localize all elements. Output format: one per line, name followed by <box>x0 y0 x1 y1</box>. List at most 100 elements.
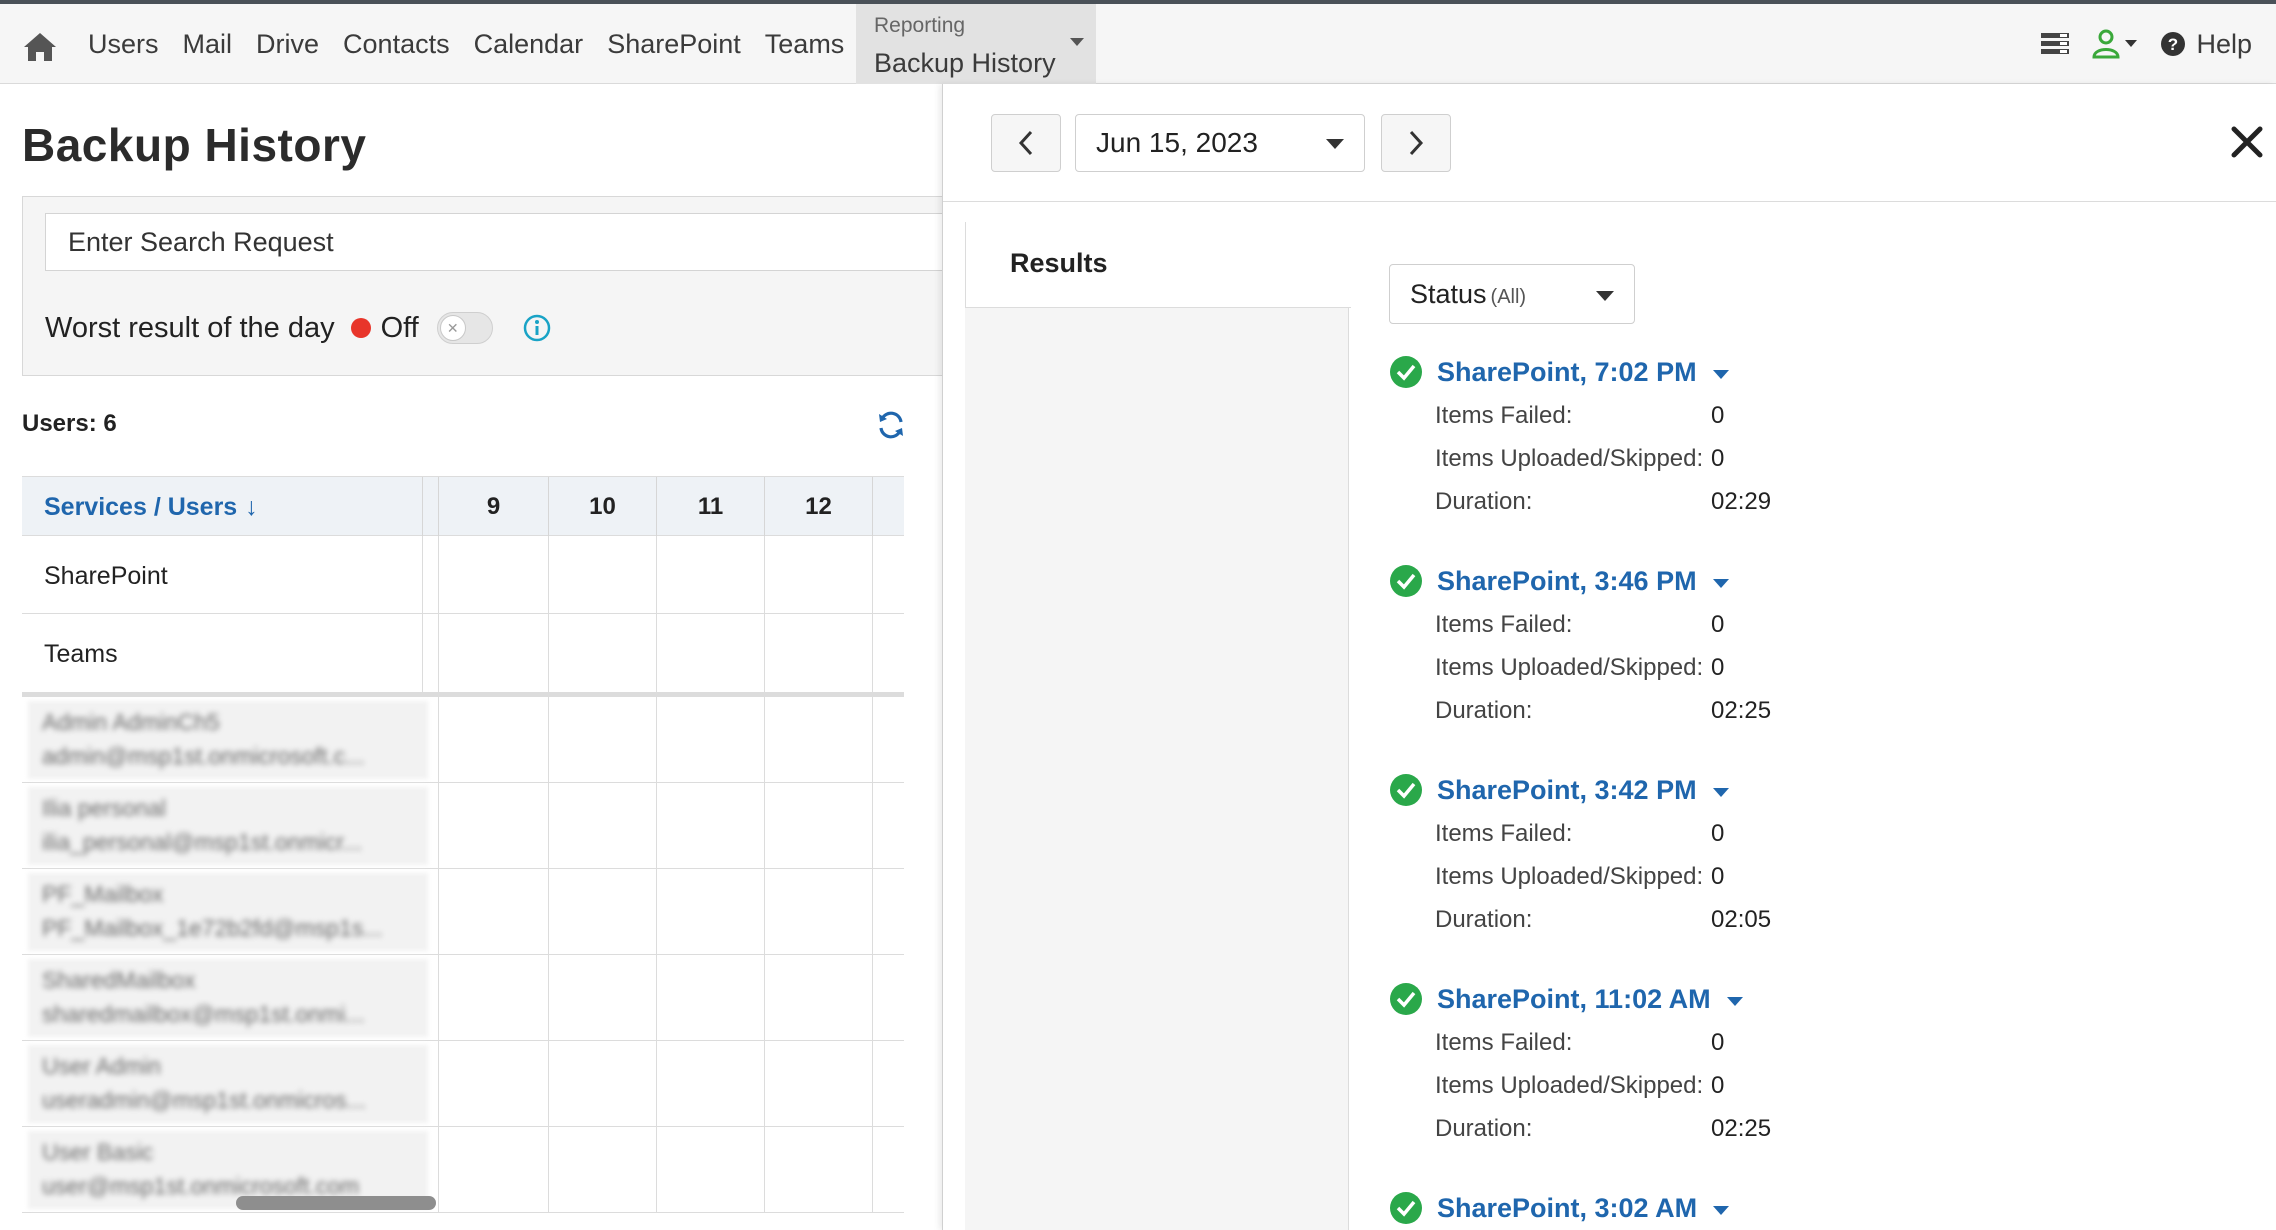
grid-cell[interactable] <box>548 614 549 692</box>
worst-result-toggle[interactable]: ✕ <box>436 312 493 344</box>
nav-calendar[interactable]: Calendar <box>474 29 584 60</box>
caret-down-icon[interactable] <box>1712 578 1729 588</box>
user-row[interactable]: Admin AdminCh5 admin@msp1st.onmicrosoft.… <box>22 697 904 783</box>
grid-cell[interactable] <box>438 1041 439 1126</box>
grid-cell[interactable] <box>438 697 439 782</box>
column-header-9: 9 <box>438 477 548 537</box>
entry-title[interactable]: SharePoint, 11:02 AM <box>1437 984 1711 1015</box>
grid-cell[interactable] <box>656 614 657 692</box>
grid-cell[interactable] <box>548 783 549 868</box>
grid-cell[interactable] <box>872 869 873 954</box>
entry-title[interactable]: SharePoint, 3:02 AM <box>1437 1193 1697 1224</box>
grid-cell[interactable] <box>548 536 549 613</box>
nav-teams[interactable]: Teams <box>765 29 845 60</box>
nav-mail[interactable]: Mail <box>183 29 233 60</box>
grid-cell[interactable] <box>656 955 657 1040</box>
entry-header[interactable]: SharePoint, 11:02 AM <box>1389 979 1743 1019</box>
service-row-teams[interactable]: Teams <box>22 614 904 692</box>
grid-cell[interactable] <box>872 1041 873 1126</box>
entry-title[interactable]: SharePoint, 3:42 PM <box>1437 775 1697 806</box>
user-icon[interactable] <box>2092 29 2138 59</box>
grid-cell[interactable] <box>548 955 549 1040</box>
caret-down-icon[interactable] <box>1726 996 1743 1006</box>
help-label[interactable]: Help <box>2196 29 2252 60</box>
grid-cell[interactable] <box>764 783 765 868</box>
grid-cell[interactable] <box>548 1041 549 1126</box>
duration-value: 02:05 <box>1711 906 1772 933</box>
grid-cell[interactable] <box>764 614 765 692</box>
tab-column <box>965 222 1349 1230</box>
grid-cell[interactable] <box>548 869 549 954</box>
user-row[interactable]: PF_Mailbox PF_Mailbox_1e72b2fd@msp1s... <box>22 869 904 955</box>
grid-cell[interactable] <box>872 697 873 782</box>
prev-day-button[interactable] <box>991 114 1061 172</box>
grid-cell[interactable] <box>764 536 765 613</box>
grid-cell[interactable] <box>872 1127 873 1212</box>
caret-down-icon[interactable] <box>1713 1205 1730 1215</box>
grid-cell[interactable] <box>438 783 439 868</box>
caret-down-icon[interactable] <box>1712 787 1729 797</box>
grid-cell[interactable] <box>656 697 657 782</box>
home-icon[interactable] <box>22 30 58 64</box>
nav-users[interactable]: Users <box>88 29 159 60</box>
nav-contacts[interactable]: Contacts <box>343 29 450 60</box>
entry-header[interactable]: SharePoint, 7:02 PM <box>1389 352 1729 392</box>
close-icon[interactable] <box>2229 124 2265 160</box>
grid-cell[interactable] <box>548 1127 549 1212</box>
nav-sharepoint[interactable]: SharePoint <box>607 29 741 60</box>
grid-cell[interactable] <box>656 783 657 868</box>
horizontal-scrollbar[interactable] <box>236 1196 436 1210</box>
grid-cell[interactable] <box>548 697 549 782</box>
next-day-button[interactable] <box>1381 114 1451 172</box>
grid-cell[interactable] <box>438 536 439 613</box>
grid-cell[interactable] <box>764 955 765 1040</box>
services-users-header[interactable]: Services / Users ↓ <box>44 477 258 537</box>
entry-title[interactable]: SharePoint, 7:02 PM <box>1437 357 1697 388</box>
check-circle-icon <box>1390 565 1422 597</box>
user-row[interactable]: User Admin useradmin@msp1st.onmicros... <box>22 1041 904 1127</box>
grid-cell[interactable] <box>438 614 439 692</box>
grid-cell[interactable] <box>656 869 657 954</box>
caret-down-icon[interactable] <box>1712 369 1729 379</box>
nav-reporting-dropdown[interactable]: Reporting Backup History <box>856 4 1096 84</box>
nav-drive[interactable]: Drive <box>256 29 319 60</box>
entry-header[interactable]: SharePoint, 3:46 PM <box>1389 561 1729 601</box>
items-failed-value: 0 <box>1711 820 1725 847</box>
grid-cell[interactable] <box>872 536 873 613</box>
status-filter-dropdown[interactable]: Status (All) <box>1389 264 1635 324</box>
entry-header[interactable]: SharePoint, 3:42 PM <box>1389 770 1729 810</box>
grid-cell[interactable] <box>764 697 765 782</box>
grid-cell[interactable] <box>872 783 873 868</box>
grid-cell[interactable] <box>438 869 439 954</box>
user-row[interactable]: User Basic user@msp1st.onmicrosoft.com <box>22 1127 904 1213</box>
user-row[interactable]: Ilia personal ilia_personal@msp1st.onmic… <box>22 783 904 869</box>
user-row[interactable]: SharedMailbox sharedmailbox@msp1st.onmi.… <box>22 955 904 1041</box>
grid-cell[interactable] <box>656 536 657 613</box>
service-row-sharepoint[interactable]: SharePoint <box>22 536 904 614</box>
grid-cell[interactable] <box>872 955 873 1040</box>
info-icon[interactable] <box>523 314 551 342</box>
user-email: sharedmailbox@msp1st.onmi... <box>42 1001 365 1027</box>
date-picker[interactable]: Jun 15, 2023 <box>1075 114 1365 172</box>
column-gap <box>422 477 438 537</box>
grid-cell[interactable] <box>764 1041 765 1126</box>
user-email: PF_Mailbox_1e72b2fd@msp1s... <box>42 915 383 941</box>
items-failed-value: 0 <box>1711 1029 1725 1056</box>
tab-results[interactable]: Results <box>965 222 1351 308</box>
help-icon[interactable]: ? <box>2160 31 2186 57</box>
grid-cell[interactable] <box>438 955 439 1040</box>
refresh-icon[interactable] <box>876 410 906 445</box>
results-drawer: Jun 15, 2023 Results Status (All) SharePo… <box>942 84 2276 1230</box>
entry-header[interactable]: SharePoint, 3:02 AM <box>1389 1188 1730 1228</box>
grid-cell[interactable] <box>656 1127 657 1212</box>
duration-label: Duration: <box>1435 906 1533 933</box>
grid-cell[interactable] <box>438 1127 439 1212</box>
entry-title[interactable]: SharePoint, 3:46 PM <box>1437 566 1697 597</box>
grid-cell[interactable] <box>656 1041 657 1126</box>
grid-cell[interactable] <box>764 1127 765 1212</box>
search-input[interactable] <box>45 213 945 271</box>
column-header-10: 10 <box>548 477 656 537</box>
tasks-icon[interactable] <box>2040 32 2070 56</box>
grid-cell[interactable] <box>872 614 873 692</box>
grid-cell[interactable] <box>764 869 765 954</box>
